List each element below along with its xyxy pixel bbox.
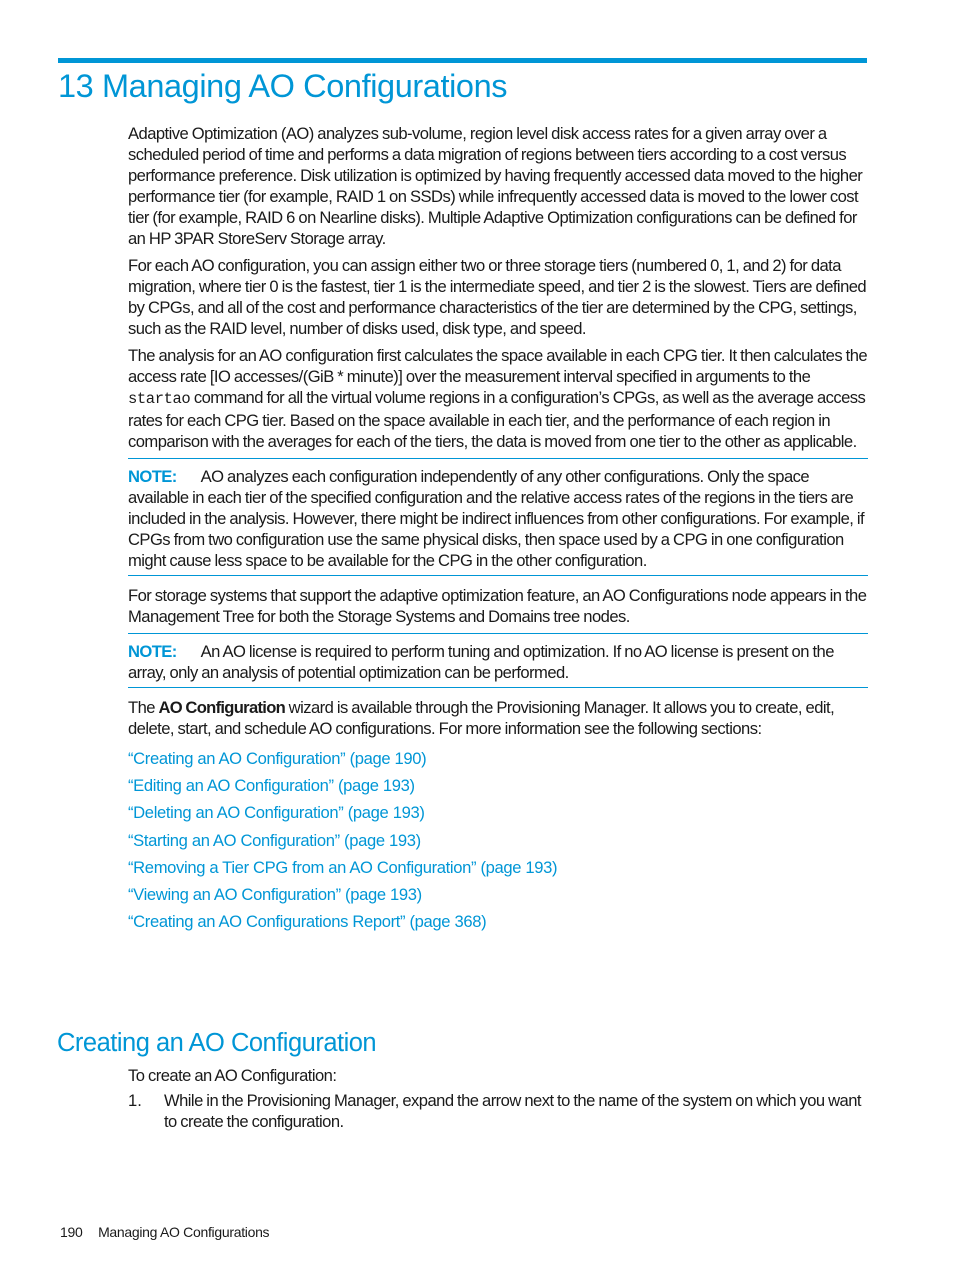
chapter-title: 13 Managing AO Configurations — [58, 68, 508, 104]
step-text: While in the Provisioning Manager, expan… — [164, 1091, 862, 1131]
analysis-text-before: The analysis for an AO configuration fir… — [128, 346, 868, 386]
note-text: An AO license is required to perform tun… — [128, 642, 834, 682]
note-text: AO analyzes each configuration independe… — [128, 467, 865, 570]
section-title: Creating an AO Configuration — [57, 1029, 377, 1057]
step-number: 1. — [128, 1091, 142, 1110]
intro-paragraph: Adaptive Optimization (AO) analyzes sub-… — [128, 124, 863, 248]
footer-page-number: 190 — [60, 1224, 83, 1240]
note-box-independent-analysis: NOTE: AO analyzes each configuration inde… — [128, 458, 868, 576]
note-label: NOTE: — [128, 642, 177, 661]
storage-systems-paragraph: For storage systems that support the ada… — [128, 586, 867, 626]
analysis-text-after: command for all the virtual volume regio… — [128, 388, 866, 451]
step-item: 1. While in the Provisioning Manager, ex… — [128, 1090, 868, 1132]
section-body: To create an AO Configuration: 1. While … — [128, 1065, 868, 1132]
chapter-body: Adaptive Optimization (AO) analyzes sub-… — [128, 123, 868, 935]
note-label: NOTE: — [128, 467, 177, 486]
link-editing-ao-configuration[interactable]: “Editing an AO Configuration” (page 193) — [128, 772, 868, 799]
link-removing-tier-cpg[interactable]: “Removing a Tier CPG from an AO Configur… — [128, 854, 868, 881]
footer-chapter-name: Managing AO Configurations — [98, 1224, 270, 1240]
wizard-paragraph: The AO Configuration wizard is available… — [128, 697, 868, 739]
wizard-text-before: The — [128, 698, 159, 717]
link-starting-ao-configuration[interactable]: “Starting an AO Configuration” (page 193… — [128, 827, 868, 854]
ao-configuration-bold: AO Configuration — [158, 698, 286, 717]
link-viewing-ao-configuration[interactable]: “Viewing an AO Configuration” (page 193) — [128, 881, 868, 908]
chapter-top-rule — [58, 58, 867, 63]
note-box-license: NOTE: An AO license is required to perfor… — [128, 633, 868, 688]
link-creating-ao-configurations-report[interactable]: “Creating an AO Configurations Report” (… — [128, 908, 868, 935]
tiers-paragraph: For each AO configuration, you can assig… — [128, 256, 867, 338]
page-footer: 190 Managing AO Configurations — [60, 1222, 270, 1242]
link-creating-ao-configuration[interactable]: “Creating an AO Configuration” (page 190… — [128, 745, 868, 772]
startao-command: startao — [128, 390, 191, 408]
section-intro: To create an AO Configuration: — [128, 1066, 337, 1085]
link-deleting-ao-configuration[interactable]: “Deleting an AO Configuration” (page 193… — [128, 799, 868, 826]
analysis-paragraph: The analysis for an AO configuration fir… — [128, 345, 868, 452]
cross-reference-list: “Creating an AO Configuration” (page 190… — [128, 745, 868, 935]
